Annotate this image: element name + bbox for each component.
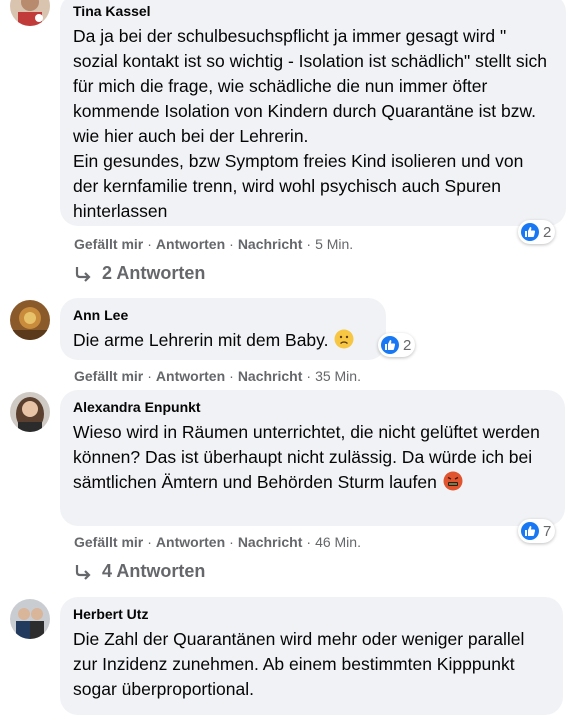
like-button[interactable]: Gefällt mir <box>74 236 143 252</box>
reaction-count[interactable]: 2 <box>378 333 416 357</box>
reaction-number: 7 <box>543 522 552 540</box>
comment-paragraph: Da ja bei der schulbesuchspflicht ja imm… <box>73 26 548 146</box>
replies-label: 2 Antworten <box>102 263 206 283</box>
replies-label: 4 Antworten <box>102 561 206 581</box>
comment-bubble: Herbert Utz Die Zahl der Quarantänen wir… <box>60 597 563 715</box>
angry-cursing-face-emoji <box>443 471 463 491</box>
like-icon <box>521 223 539 241</box>
separator: · <box>229 534 234 550</box>
comment-author[interactable]: Tina Kassel <box>73 2 553 20</box>
like-button[interactable]: Gefällt mir <box>74 534 143 550</box>
like-icon <box>521 522 539 540</box>
comment-text: Da ja bei der schulbesuchspflicht ja imm… <box>73 24 553 224</box>
comment-bubble: Ann Lee Die arme Lehrerin mit dem Baby. <box>60 298 386 360</box>
comment-actions: Gefällt mir · Antworten · Nachricht · 5 Min. <box>74 235 353 253</box>
comment-author[interactable]: Alexandra Enpunkt <box>73 398 552 416</box>
separator: · <box>306 236 312 252</box>
comment-paragraph: Wieso wird in Räumen unterrichtet, die n… <box>73 422 540 492</box>
reply-arrow-icon <box>75 564 91 580</box>
comment-actions: Gefällt mir · Antworten · Nachricht · 46 Min. <box>74 533 361 551</box>
separator: · <box>229 236 234 252</box>
avatar[interactable] <box>10 599 50 639</box>
avatar[interactable] <box>10 300 50 340</box>
separator: · <box>147 368 152 384</box>
view-replies-button[interactable]: 2 Antworten <box>74 263 205 284</box>
separator: · <box>229 368 234 384</box>
timestamp[interactable]: 46 Min. <box>315 534 361 550</box>
avatar[interactable] <box>10 0 50 26</box>
comment-text: Die arme Lehrerin mit dem Baby. <box>73 328 373 353</box>
comment-actions: Gefällt mir · Antworten · Nachricht · 35 Min. <box>74 367 361 385</box>
separator: · <box>147 534 152 550</box>
separator: · <box>306 368 312 384</box>
comment-text: Die Zahl der Quarantänen wird mehr oder … <box>73 627 550 702</box>
comment-paragraph: Die arme Lehrerin mit dem Baby. <box>73 330 329 350</box>
reply-button[interactable]: Antworten <box>156 368 225 384</box>
reaction-count[interactable]: 2 <box>518 220 556 244</box>
timestamp[interactable]: 35 Min. <box>315 368 361 384</box>
reply-arrow-icon <box>75 266 91 282</box>
reply-button[interactable]: Antworten <box>156 534 225 550</box>
avatar[interactable] <box>10 392 50 432</box>
reaction-count[interactable]: 7 <box>518 519 556 543</box>
timestamp[interactable]: 5 Min. <box>315 236 353 252</box>
comment-bubble: Tina Kassel Da ja bei der schulbesuchspf… <box>60 0 566 226</box>
comment-paragraph: Die Zahl der Quarantänen wird mehr oder … <box>73 629 525 699</box>
reply-button[interactable]: Antworten <box>156 236 225 252</box>
like-icon <box>381 336 399 354</box>
message-button[interactable]: Nachricht <box>238 534 303 550</box>
comment-author[interactable]: Herbert Utz <box>73 605 550 623</box>
view-replies-button[interactable]: 4 Antworten <box>74 561 205 582</box>
like-button[interactable]: Gefällt mir <box>74 368 143 384</box>
comment-bubble: Alexandra Enpunkt Wieso wird in Räumen u… <box>60 390 565 526</box>
separator: · <box>306 534 312 550</box>
reaction-number: 2 <box>403 336 412 354</box>
comment-paragraph: Ein gesundes, bzw Symptom freies Kind is… <box>73 151 524 221</box>
separator: · <box>147 236 152 252</box>
comment-author[interactable]: Ann Lee <box>73 306 373 324</box>
sad-face-emoji <box>334 329 354 349</box>
reaction-number: 2 <box>543 223 552 241</box>
comment-text: Wieso wird in Räumen unterrichtet, die n… <box>73 420 552 495</box>
message-button[interactable]: Nachricht <box>238 368 303 384</box>
message-button[interactable]: Nachricht <box>238 236 303 252</box>
